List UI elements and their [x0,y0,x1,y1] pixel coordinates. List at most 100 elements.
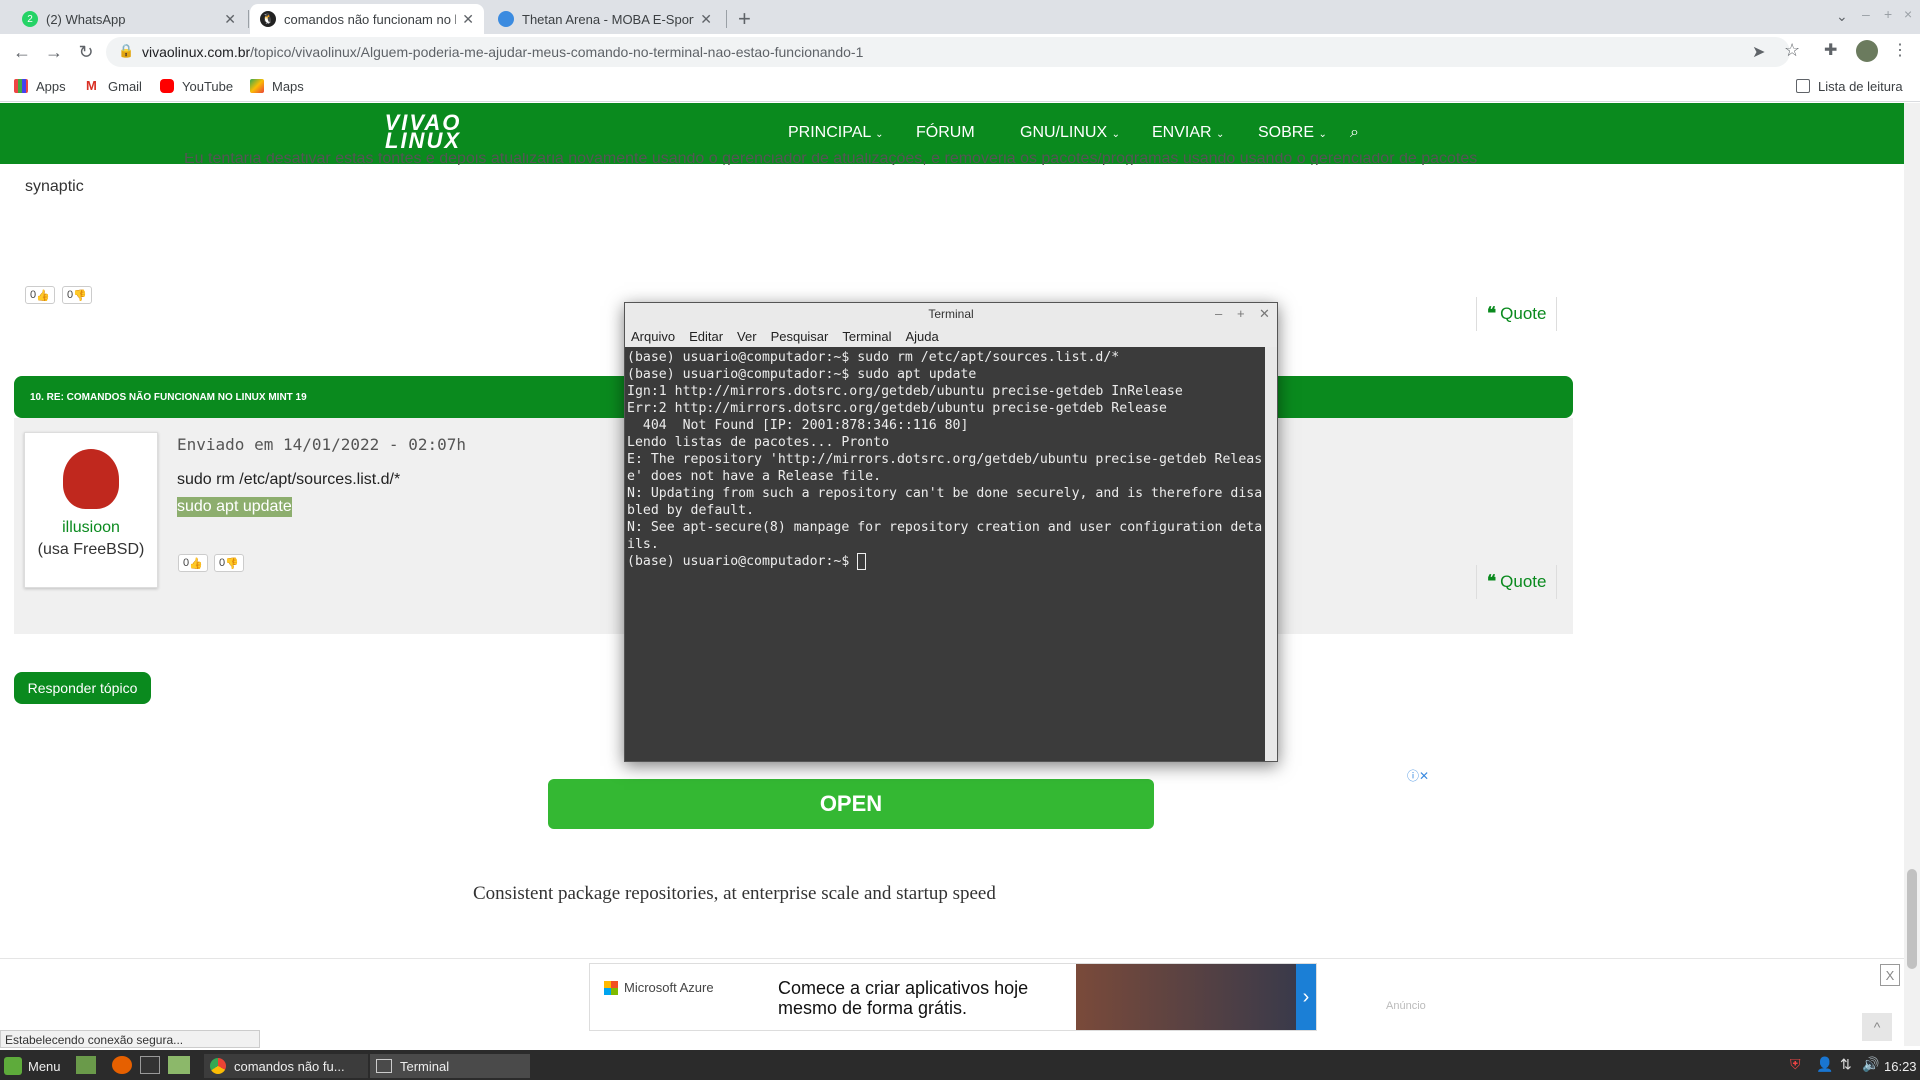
lock-icon: 🔒 [118,43,135,58]
bookmark-youtube[interactable]: YouTube [160,76,233,96]
microsoft-icon [604,980,618,995]
terminal-window[interactable]: Terminal – + ✕ Arquivo Editar Ver Pesqui… [624,302,1278,762]
firefox-icon[interactable] [112,1056,132,1074]
bookmark-star-icon[interactable]: ☆ [1784,40,1800,61]
new-tab-button[interactable]: + [738,6,751,32]
window-close-icon[interactable]: × [1904,6,1912,22]
terminal-menu-pesquisar[interactable]: Pesquisar [771,329,829,344]
terminal-prompt: (base) usuario@computador:~$ [627,554,858,569]
close-icon[interactable]: ✕ [224,11,236,28]
close-icon[interactable]: ✕ [1259,306,1270,322]
terminal-scrollbar[interactable] [1265,347,1277,761]
terminal-icon [376,1059,392,1073]
ad-label: Anúncio [1386,1000,1426,1012]
close-icon[interactable]: ✕ [462,11,474,28]
close-icon[interactable]: ✕ [700,11,712,28]
scroll-top-button[interactable]: ^ [1862,1013,1892,1041]
avatar[interactable] [1856,40,1878,62]
terminal-cursor [857,553,867,570]
vote-up-button[interactable]: 0 👍 [25,286,55,304]
terminal-menu-ver[interactable]: Ver [737,329,757,344]
extensions-icon[interactable]: ✚ [1824,40,1837,60]
page-scrollbar[interactable] [1904,103,1920,1046]
terminal-launcher-icon[interactable] [140,1056,160,1074]
quote-button[interactable]: ❝ Quote [1476,565,1558,599]
more-menu-icon[interactable]: ⋮ [1892,40,1908,60]
terminal-menu-arquivo[interactable]: Arquivo [631,329,675,344]
taskbar-item-terminal[interactable]: Terminal [370,1054,530,1078]
send-icon[interactable]: ➤ [1752,42,1765,62]
reply-topic-button[interactable]: Responder tópico [14,672,151,704]
bookmark-maps[interactable]: Maps [250,76,304,96]
status-bar: Estabelecendo conexão segura... [0,1030,260,1048]
menu-principal[interactable]: PRINCIPAL ⌄ [788,124,884,142]
tab-whatsapp[interactable]: 2 (2) WhatsApp ✕ [12,4,246,34]
vote-down-button[interactable]: 0 👎 [214,554,244,572]
chevron-right-icon[interactable]: › [1296,964,1316,1030]
terminal-title[interactable]: Terminal [625,303,1277,325]
terminal-menu-terminal[interactable]: Terminal [842,329,891,344]
apps-grid-icon [14,79,28,93]
youtube-icon [160,79,174,93]
ad-info-icon[interactable]: ⓘ✕ [1407,767,1429,784]
chrome-icon [210,1058,226,1074]
forward-icon[interactable]: → [42,40,66,64]
bookmark-gmail[interactable]: M Gmail [86,76,142,96]
bookmark-apps[interactable]: Apps [14,76,66,96]
tab-thetan[interactable]: Thetan Arena - MOBA E-Sport ✕ [488,4,722,34]
user-name[interactable]: illusioon [25,519,157,537]
terminal-menu-editar[interactable]: Editar [689,329,723,344]
back-icon[interactable]: ← [10,40,34,64]
terminal-menu-bar: Arquivo Editar Ver Pesquisar Terminal Aj… [625,325,1277,347]
azure-copy: Comece a criar aplicativos hoje mesmo de … [778,978,1029,1018]
show-desktop-icon[interactable] [76,1056,96,1074]
network-icon[interactable]: ⇅ [1840,1056,1852,1073]
maps-icon [250,79,264,93]
chevron-down-icon: ⌄ [1216,129,1225,140]
address-bar[interactable]: 🔒 vivaolinux.com.br/topico/vivaolinux/Al… [106,37,1790,67]
menu-enviar[interactable]: ENVIAR ⌄ [1152,124,1224,142]
ad-open-button[interactable]: OPEN [548,779,1154,829]
shield-icon[interactable]: ⛨ [1790,1056,1801,1073]
tab-search-icon[interactable]: ⌄ [1836,8,1848,25]
minimize-icon[interactable]: – [1862,6,1870,22]
reading-list-icon [1796,79,1810,93]
terminal-output[interactable]: (base) usuario@computador:~$ sudo rm /et… [625,347,1265,761]
user-card[interactable]: illusioon (usa FreeBSD) [24,432,158,588]
chevron-down-icon: ⌄ [1318,129,1327,140]
maximize-icon[interactable]: + [1237,306,1245,321]
ad-close-button[interactable]: X [1880,964,1900,986]
user-icon[interactable]: 👤 [1816,1056,1833,1073]
user-os: (usa FreeBSD) [37,541,145,558]
menu-gnulinux[interactable]: GNU/LINUX ⌄ [1020,124,1120,142]
menu-sobre[interactable]: SOBRE ⌄ [1258,124,1327,142]
taskbar-item-browser[interactable]: comandos não fu... [204,1054,368,1078]
mint-logo-icon [4,1057,22,1075]
clock[interactable]: 16:23 [1884,1054,1917,1078]
site-logo[interactable]: VIVAO LINUX [378,112,468,154]
ad-text[interactable]: Consistent package repositories, at ente… [473,883,996,905]
quote-icon: ❝ [1487,304,1497,323]
files-icon[interactable] [168,1056,190,1074]
quote-button[interactable]: ❝ Quote [1476,297,1558,331]
maximize-icon[interactable]: + [1884,6,1892,22]
start-menu-button[interactable]: Menu [4,1054,61,1078]
terminal-menu-ajuda[interactable]: Ajuda [906,329,939,344]
reading-list[interactable]: Lista de leitura [1796,76,1903,96]
volume-icon[interactable]: 🔊 [1862,1056,1879,1073]
reload-icon[interactable]: ↻ [74,40,98,64]
scrollbar-thumb[interactable] [1907,869,1917,969]
tab-vivaolinux[interactable]: 🐧 comandos não funcionam no l ✕ [250,4,484,34]
azure-ad[interactable]: Microsoft Azure Comece a criar aplicativ… [589,963,1317,1031]
post-line-2: sudo apt update [177,497,292,517]
minimize-icon[interactable]: – [1215,306,1222,321]
azure-brand: Microsoft Azure [604,980,714,995]
thumbs-down-icon: 👎 [73,289,87,302]
vote-down-button[interactable]: 0 👎 [62,286,92,304]
menu-forum[interactable]: FÓRUM [916,124,975,142]
chevron-down-icon: ⌄ [875,129,884,140]
thetan-icon [498,11,514,27]
search-icon[interactable]: ⌕ [1350,124,1359,142]
vote-up-button[interactable]: 0 👍 [178,554,208,572]
gmail-icon: M [86,79,100,93]
